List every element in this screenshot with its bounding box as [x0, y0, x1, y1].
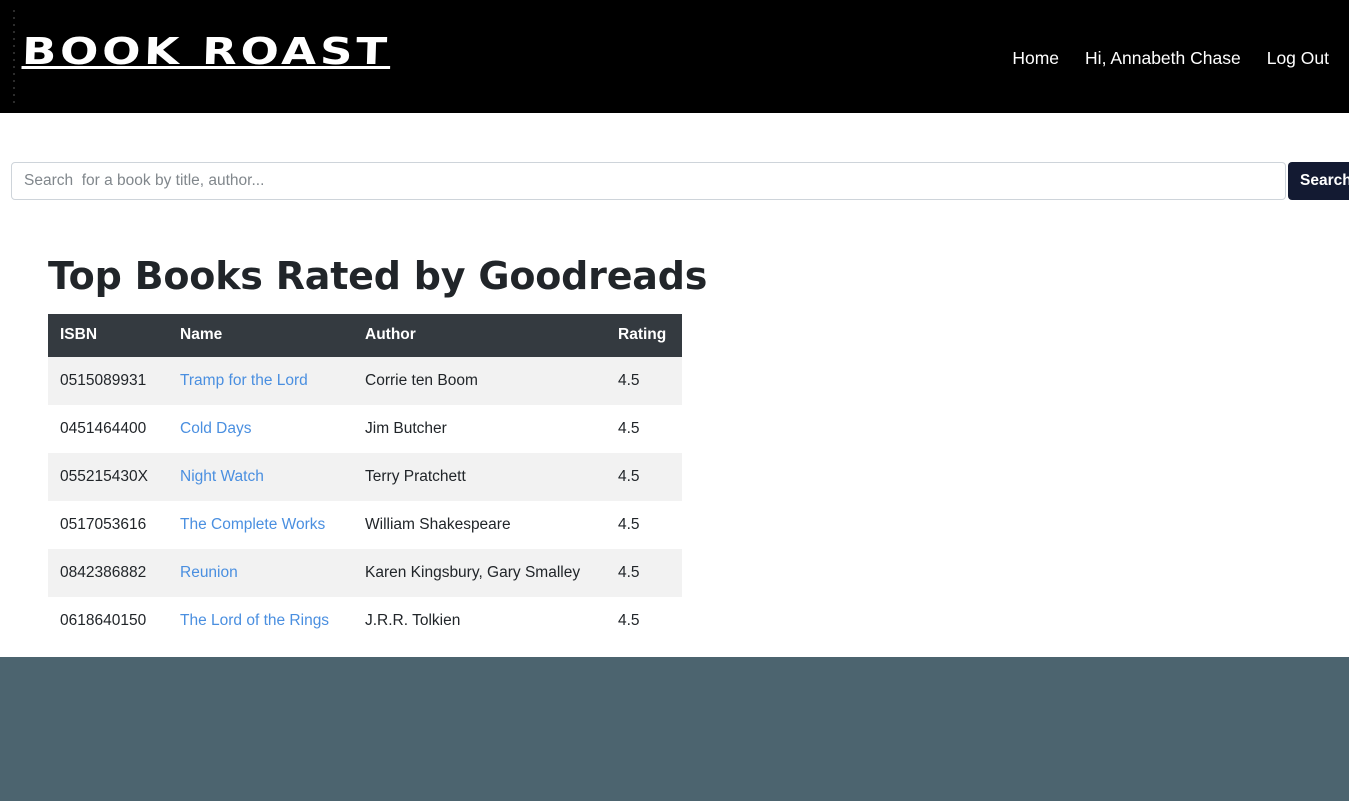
table-row: 0618640150 The Lord of the Rings J.R.R. To…: [48, 597, 682, 645]
table-body: 0515089931 Tramp for the Lord Corrie ten B…: [48, 357, 682, 645]
top-books-table: ISBN Name Author Rating 0515089931 Tramp …: [48, 314, 682, 645]
navbar-links: Home Hi, Annabeth Chase Log Out: [1012, 46, 1329, 70]
cell-isbn: 055215430X: [60, 468, 148, 485]
nav-link-logout[interactable]: Log Out: [1267, 46, 1329, 70]
cell-isbn: 0451464400: [60, 420, 147, 437]
search-input[interactable]: [11, 162, 1286, 200]
cell-author: Corrie ten Boom: [365, 372, 478, 389]
cell-isbn: 0618640150: [60, 612, 147, 629]
book-title-link[interactable]: The Lord of the Rings: [180, 612, 329, 629]
cell-author: William Shakespeare: [365, 516, 511, 533]
cell-name: Reunion: [168, 549, 353, 597]
column-header-name: Name: [168, 314, 353, 357]
cell-name: Night Watch: [168, 453, 353, 501]
book-title-link[interactable]: The Complete Works: [180, 516, 325, 533]
book-title-link[interactable]: Night Watch: [180, 468, 264, 485]
book-title-link[interactable]: Cold Days: [180, 420, 252, 437]
nav-link-greeting[interactable]: Hi, Annabeth Chase: [1085, 46, 1241, 70]
cell-rating: 4.5: [618, 516, 640, 533]
navbar-edge-ticks: [13, 10, 15, 105]
brand-logo[interactable]: BOOK ROAST: [21, 28, 391, 76]
cell-name: Cold Days: [168, 405, 353, 453]
page-footer: [0, 657, 1349, 801]
column-header-rating: Rating: [606, 314, 682, 357]
cell-rating: 4.5: [618, 372, 640, 389]
cell-isbn: 0842386882: [60, 564, 147, 581]
table-row: 0451464400 Cold Days Jim Butcher 4.5: [48, 405, 682, 453]
cell-rating: 4.5: [618, 564, 640, 581]
book-title-link[interactable]: Tramp for the Lord: [180, 372, 308, 389]
search-bar: Search: [0, 162, 1349, 200]
table-header-row: ISBN Name Author Rating: [48, 314, 682, 357]
cell-author: Jim Butcher: [365, 420, 447, 437]
column-header-author: Author: [353, 314, 606, 357]
column-header-isbn: ISBN: [48, 314, 168, 357]
top-navbar: BOOK ROAST Home Hi, Annabeth Chase Log O…: [0, 0, 1349, 113]
cell-name: Tramp for the Lord: [168, 357, 353, 405]
table-header: ISBN Name Author Rating: [48, 314, 682, 357]
cell-isbn: 0517053616: [60, 516, 147, 533]
book-title-link[interactable]: Reunion: [180, 564, 238, 581]
cell-rating: 4.5: [618, 612, 640, 629]
table-row: 0517053616 The Complete Works William Shak…: [48, 501, 682, 549]
search-button[interactable]: Search: [1288, 162, 1349, 200]
cell-name: The Lord of the Rings: [168, 597, 353, 645]
main-content: Top Books Rated by Goodreads ISBN Name A…: [48, 252, 748, 645]
cell-isbn: 0515089931: [60, 372, 147, 389]
cell-rating: 4.5: [618, 468, 640, 485]
table-row: 055215430X Night Watch Terry Pratchett 4.5: [48, 453, 682, 501]
page-title: Top Books Rated by Goodreads: [48, 254, 708, 298]
page-root: BOOK ROAST Home Hi, Annabeth Chase Log O…: [0, 0, 1349, 801]
cell-author: Terry Pratchett: [365, 468, 466, 485]
cell-name: The Complete Works: [168, 501, 353, 549]
nav-link-home[interactable]: Home: [1012, 46, 1059, 70]
cell-author: J.R.R. Tolkien: [365, 612, 461, 629]
table-row: 0515089931 Tramp for the Lord Corrie ten B…: [48, 357, 682, 405]
cell-author: Karen Kingsbury, Gary Smalley: [365, 564, 581, 581]
table-row: 0842386882 Reunion Karen Kingsbury, Gary S…: [48, 549, 682, 597]
cell-rating: 4.5: [618, 420, 640, 437]
